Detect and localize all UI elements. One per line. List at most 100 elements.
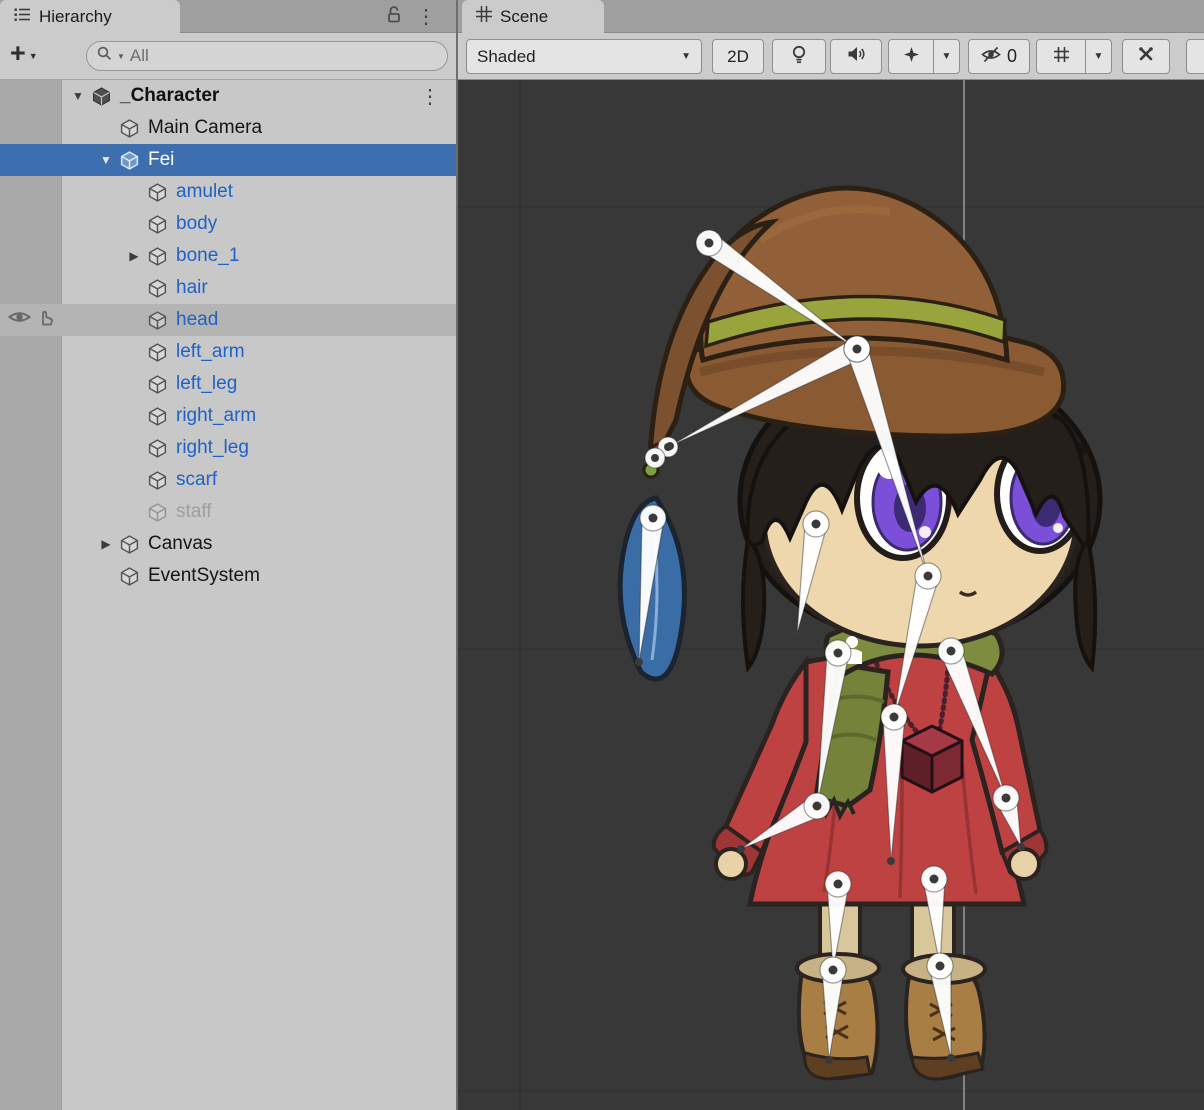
foldout-closed-icon[interactable]: ▶ (94, 537, 118, 551)
pick-hand-icon[interactable] (37, 308, 55, 332)
item-label: right_arm (176, 405, 256, 427)
hierarchy-search-input[interactable]: ▼ All (86, 41, 448, 71)
hierarchy-list-icon (14, 7, 31, 27)
gameobject-cube-icon (118, 565, 140, 587)
item-label: left_arm (176, 341, 245, 363)
gameobject-cube-icon (146, 277, 168, 299)
scene-effects-dropdown[interactable]: ▼ (934, 39, 960, 74)
item-label: body (176, 213, 217, 235)
crossed-tools-icon (1137, 45, 1155, 68)
hierarchy-item-scarf[interactable]: scarf (0, 464, 456, 496)
lock-icon[interactable] (386, 5, 402, 29)
eye-icon[interactable] (8, 309, 31, 331)
hidden-objects-toggle[interactable]: 0 (968, 39, 1030, 74)
search-filter-label: All (130, 46, 149, 66)
search-filter-caret-icon: ▼ (117, 52, 125, 61)
hidden-objects-count: 0 (1007, 46, 1017, 67)
unity-editor-window: Hierarchy ⋮ Scene + ▼ ▼ All (0, 0, 1204, 1110)
gameobject-cube-icon (118, 117, 140, 139)
hierarchy-item-character-root[interactable]: ▼ _Character ⋮ (0, 80, 456, 112)
tab-hierarchy-label: Hierarchy (39, 7, 112, 27)
item-label: _Character (120, 85, 219, 107)
gameobject-cube-icon (146, 213, 168, 235)
gameobject-cube-icon (146, 405, 168, 427)
grid-settings-dropdown[interactable]: ▼ (1086, 39, 1112, 74)
item-label: hair (176, 277, 208, 299)
gameobject-cube-icon (146, 501, 168, 523)
hierarchy-item-left-leg[interactable]: left_leg (0, 368, 456, 400)
tab-hierarchy[interactable]: Hierarchy (0, 0, 180, 33)
search-icon (97, 46, 112, 66)
gameobject-cube-icon (146, 181, 168, 203)
panel-divider[interactable] (456, 0, 458, 1110)
sparkle-icon (903, 46, 920, 68)
gameobject-cube-icon (146, 437, 168, 459)
shading-mode-label: Shaded (477, 47, 536, 67)
toggle-2d-button[interactable]: 2D (712, 39, 764, 74)
item-label: head (176, 309, 218, 331)
lightbulb-icon (790, 45, 808, 69)
hierarchy-item-hair[interactable]: hair (0, 272, 456, 304)
scene-menu-icon[interactable]: ⋮ (420, 84, 456, 109)
scene-audio-toggle[interactable] (830, 39, 882, 74)
gameobject-cube-icon (146, 341, 168, 363)
shading-mode-dropdown[interactable]: Shaded ▼ (466, 39, 702, 74)
scene-effects-toggle[interactable] (888, 39, 934, 74)
foldout-open-icon[interactable]: ▼ (94, 153, 118, 167)
foldout-closed-icon[interactable]: ▶ (122, 249, 146, 263)
hierarchy-item-right-arm[interactable]: right_arm (0, 400, 456, 432)
scene-grid-icon (476, 6, 492, 27)
gameobject-cube-icon (146, 245, 168, 267)
item-label: staff (176, 501, 212, 523)
hierarchy-item-main-camera[interactable]: Main Camera (0, 112, 456, 144)
speaker-icon (847, 46, 865, 67)
grid-visibility-toggle[interactable] (1036, 39, 1086, 74)
create-object-button[interactable]: + ▼ (10, 38, 38, 68)
item-label: left_leg (176, 373, 237, 395)
scene-viewport[interactable] (458, 80, 1204, 1110)
chevron-down-icon: ▼ (1094, 51, 1104, 62)
toggle-2d-label: 2D (727, 47, 749, 67)
chevron-down-icon: ▼ (29, 51, 38, 68)
hierarchy-item-right-leg[interactable]: right_leg (0, 432, 456, 464)
item-label: scarf (176, 469, 217, 491)
tab-scene[interactable]: Scene (462, 0, 604, 33)
hierarchy-item-bone-1[interactable]: ▶ bone_1 (0, 240, 456, 272)
tab-scene-label: Scene (500, 7, 548, 27)
item-label: amulet (176, 181, 233, 203)
hierarchy-item-left-arm[interactable]: left_arm (0, 336, 456, 368)
hierarchy-item-canvas[interactable]: ▶ Canvas (0, 528, 456, 560)
item-label: Canvas (148, 533, 212, 555)
grid-axis-icon (1053, 46, 1070, 68)
character-sprite (620, 188, 1100, 1079)
foldout-open-icon[interactable]: ▼ (66, 89, 90, 103)
hierarchy-item-fei[interactable]: ▼ Fei (0, 144, 456, 176)
tab-well: Hierarchy ⋮ Scene (0, 0, 1204, 33)
hierarchy-toolbar: + ▼ ▼ All (0, 33, 456, 80)
gameobject-cube-icon (146, 309, 168, 331)
toolbar-overflow-button[interactable] (1186, 39, 1204, 74)
item-label: Main Camera (148, 117, 262, 139)
hierarchy-item-eventsystem[interactable]: EventSystem (0, 560, 456, 592)
plus-icon: + (10, 38, 26, 68)
hierarchy-tree: ▼ _Character ⋮ Main Camera ▼ Fei (0, 80, 456, 1110)
hierarchy-menu-icon[interactable]: ⋮ (416, 7, 436, 27)
scene-toolbar: Shaded ▼ 2D ▼ 0 (458, 33, 1204, 80)
chevron-down-icon: ▼ (681, 51, 691, 62)
scene-canvas (458, 80, 1204, 1110)
gameobject-cube-icon (146, 469, 168, 491)
item-label: Fei (148, 149, 174, 171)
hierarchy-item-head[interactable]: head (0, 304, 456, 336)
item-label: bone_1 (176, 245, 239, 267)
eye-slash-icon (981, 46, 1001, 68)
hierarchy-item-body[interactable]: body (0, 208, 456, 240)
scene-tools-button[interactable] (1122, 39, 1170, 74)
chevron-down-icon: ▼ (942, 51, 952, 62)
prefab-cube-icon (118, 149, 140, 171)
hierarchy-item-staff[interactable]: staff (0, 496, 456, 528)
item-label: right_leg (176, 437, 249, 459)
gameobject-cube-icon (146, 373, 168, 395)
gameobject-cube-icon (118, 533, 140, 555)
hierarchy-item-amulet[interactable]: amulet (0, 176, 456, 208)
scene-lighting-toggle[interactable] (772, 39, 826, 74)
